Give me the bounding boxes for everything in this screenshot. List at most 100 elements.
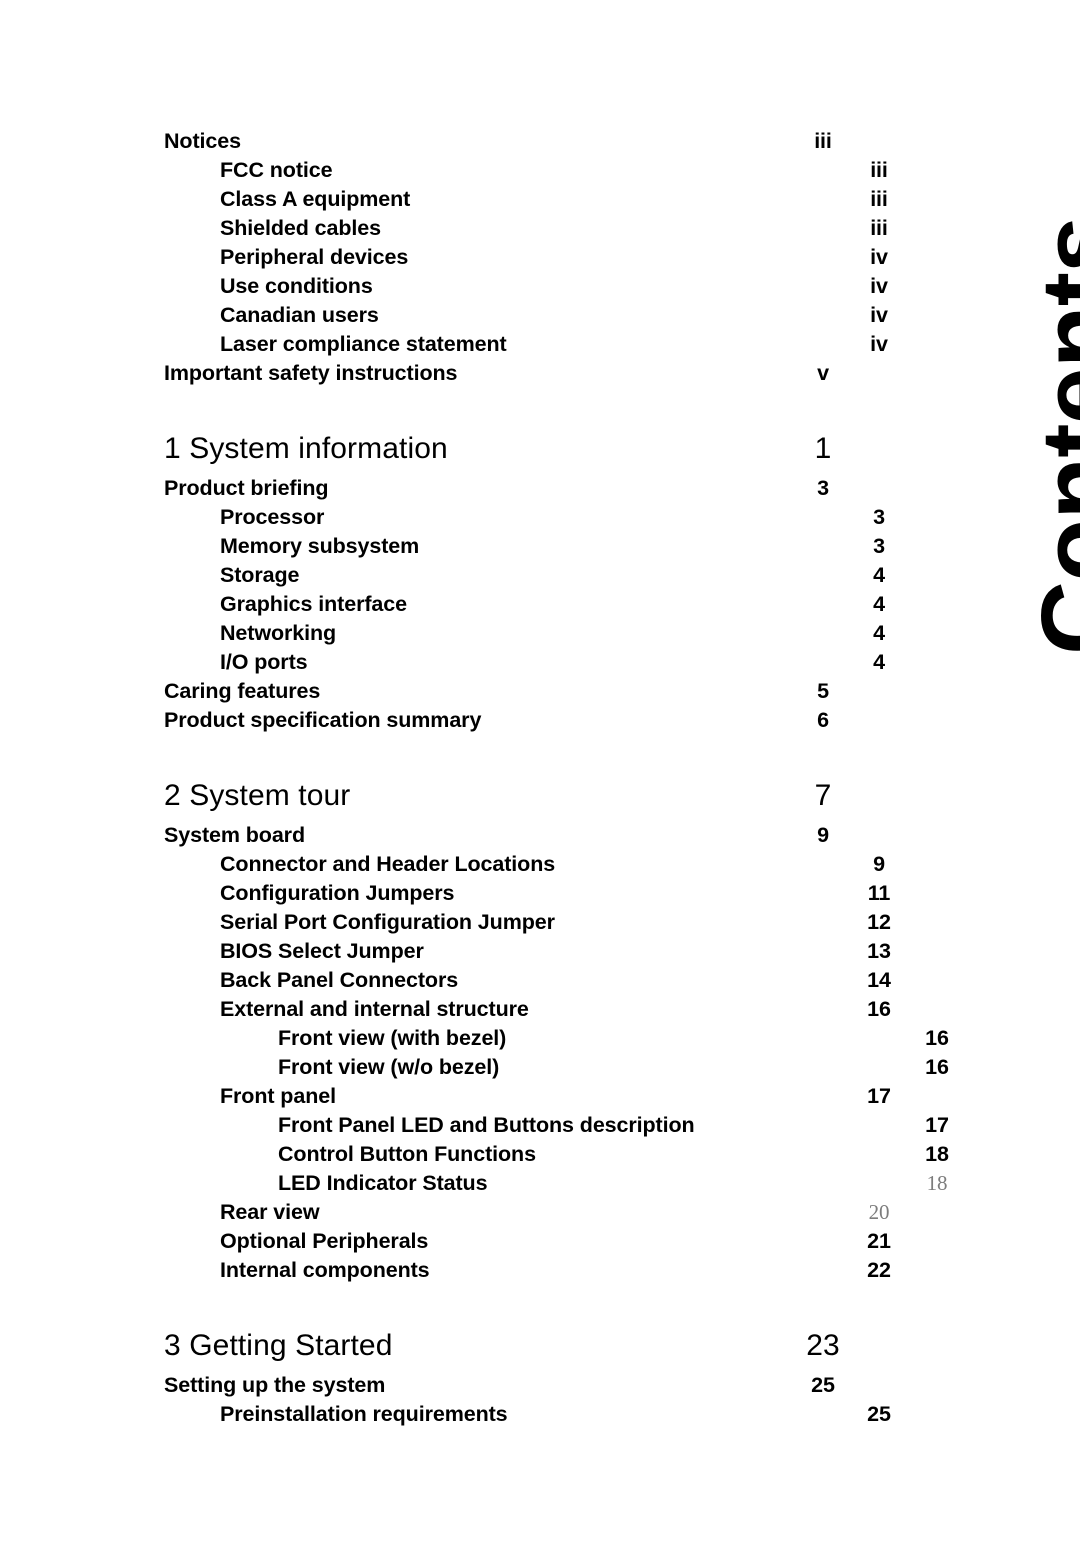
toc-page-number: iv xyxy=(870,245,888,269)
toc-entry-label: Product briefing xyxy=(164,476,329,500)
toc-entry-label: Serial Port Configuration Jumper xyxy=(220,910,555,934)
toc-page-number: iii xyxy=(814,129,832,153)
toc-entry-row[interactable]: Connector and Header Locations 9 xyxy=(164,852,910,881)
toc-entry-label: Graphics interface xyxy=(220,592,407,616)
toc-page-number: 25 xyxy=(867,1402,891,1426)
toc-page-number: iii xyxy=(870,216,888,240)
toc-entry-label: Front view (w/o bezel) xyxy=(278,1055,500,1079)
toc-entry-row[interactable]: Front view (with bezel) 16 xyxy=(164,1026,968,1055)
toc-entry-row[interactable]: Canadian users iv xyxy=(164,303,910,332)
toc-entry-row[interactable]: Front panel 17 xyxy=(164,1084,910,1113)
toc-page-number: 17 xyxy=(867,1084,891,1108)
toc-page-number: 16 xyxy=(925,1055,949,1079)
toc-entry-row[interactable]: FCC notice iii xyxy=(164,158,910,187)
toc-entry-row[interactable]: Graphics interface 4 xyxy=(164,592,910,621)
toc-entry-label: Front panel xyxy=(220,1084,336,1108)
toc-page-number: 3 xyxy=(817,476,829,500)
toc-page-number: v xyxy=(817,361,829,385)
toc-entry-row[interactable]: Class A equipment iii xyxy=(164,187,910,216)
toc-page-number: 25 xyxy=(811,1373,835,1397)
toc-entry-row[interactable]: Back Panel Connectors 14 xyxy=(164,968,910,997)
toc-entry-label: Memory subsystem xyxy=(220,534,420,558)
toc-entry-label: Storage xyxy=(220,563,300,587)
toc-entry-label: Important safety instructions xyxy=(164,361,458,385)
toc-entry-row[interactable]: LED Indicator Status 18 xyxy=(164,1171,968,1200)
toc-page-number: 1 xyxy=(814,432,832,465)
toc-page-number: 4 xyxy=(873,563,885,587)
toc-entry-label: Use conditions xyxy=(220,274,373,298)
toc-page-number: 21 xyxy=(867,1229,891,1253)
page-side-title: Contents xyxy=(1019,216,1080,655)
toc-entry-label: Networking xyxy=(220,621,337,645)
toc-entry-label: FCC notice xyxy=(220,158,333,182)
toc-entry-row[interactable]: Notices iii xyxy=(164,129,854,158)
toc-entry-label: Front Panel LED and Buttons description xyxy=(278,1113,695,1137)
toc-chapter-label: 2 System tour xyxy=(164,779,351,812)
toc-page-number: iv xyxy=(870,332,888,356)
toc-chapter-row[interactable]: 1 System information 1 xyxy=(164,432,854,476)
toc-page-number: 4 xyxy=(873,592,885,616)
toc-page-number: 9 xyxy=(817,823,829,847)
toc-entry-row[interactable]: Control Button Functions 18 xyxy=(164,1142,968,1171)
toc-entry-row[interactable]: Optional Peripherals 21 xyxy=(164,1229,910,1258)
toc-page-number: iv xyxy=(870,303,888,327)
toc-entry-label: System board xyxy=(164,823,305,847)
toc-entry-row[interactable]: Internal components 22 xyxy=(164,1258,910,1287)
toc-entry-row[interactable]: Processor 3 xyxy=(164,505,910,534)
toc-entry-row[interactable]: Important safety instructions v xyxy=(164,361,854,390)
toc-entry-row[interactable]: Serial Port Configuration Jumper 12 xyxy=(164,910,910,939)
toc-entry-row[interactable]: System board 9 xyxy=(164,823,854,852)
toc-entry-label: Notices xyxy=(164,129,241,153)
toc-entry-label: Internal components xyxy=(220,1258,430,1282)
toc-entry-row[interactable]: Storage 4 xyxy=(164,563,910,592)
toc-entry-row[interactable]: Networking 4 xyxy=(164,621,910,650)
toc-page-number: 18 xyxy=(926,1171,948,1195)
toc-entry-row[interactable]: Preinstallation requirements 25 xyxy=(164,1402,910,1431)
toc-entry-row[interactable]: External and internal structure 16 xyxy=(164,997,910,1026)
toc-page-number: 16 xyxy=(925,1026,949,1050)
toc-entry-label: Setting up the system xyxy=(164,1373,386,1397)
toc-entry-label: Canadian users xyxy=(220,303,379,327)
toc-entry-label: Processor xyxy=(220,505,325,529)
toc-entry-label: Configuration Jumpers xyxy=(220,881,455,905)
toc-entry-row[interactable]: BIOS Select Jumper 13 xyxy=(164,939,910,968)
toc-page-number: 12 xyxy=(867,910,891,934)
toc-page-number: 14 xyxy=(867,968,891,992)
toc-entry-label: Peripheral devices xyxy=(220,245,409,269)
toc-page-number: 17 xyxy=(925,1113,949,1137)
toc-chapter-row[interactable]: 2 System tour 7 xyxy=(164,779,854,823)
toc-page-number: 20 xyxy=(868,1200,890,1224)
toc-page-number: 22 xyxy=(867,1258,891,1282)
toc-entry-label: External and internal structure xyxy=(220,997,529,1021)
toc-entry-label: Laser compliance statement xyxy=(220,332,507,356)
toc-entry-label: Preinstallation requirements xyxy=(220,1402,508,1426)
toc-chapter-row[interactable]: 3 Getting Started 23 xyxy=(164,1329,854,1373)
toc-page-number: 9 xyxy=(873,852,885,876)
toc-entry-row[interactable]: Front Panel LED and Buttons description 1… xyxy=(164,1113,968,1142)
toc-entry-row[interactable]: Peripheral devices iv xyxy=(164,245,910,274)
toc-entry-row[interactable]: Laser compliance statement iv xyxy=(164,332,910,361)
toc-page-number: iii xyxy=(870,187,888,211)
toc-entry-label: I/O ports xyxy=(220,650,308,674)
toc-entry-label: Optional Peripherals xyxy=(220,1229,429,1253)
toc-entry-row[interactable]: Product briefing 3 xyxy=(164,476,854,505)
toc-entry-row[interactable]: Front view (w/o bezel) 16 xyxy=(164,1055,968,1084)
toc-page-number: 4 xyxy=(873,621,885,645)
toc-entry-row[interactable]: Configuration Jumpers 11 xyxy=(164,881,910,910)
toc-entry-label: BIOS Select Jumper xyxy=(220,939,424,963)
toc-entry-row[interactable]: Memory subsystem 3 xyxy=(164,534,910,563)
toc-entry-row[interactable]: Setting up the system 25 xyxy=(164,1373,854,1402)
toc-entry-row[interactable]: Caring features 5 xyxy=(164,679,854,708)
toc-page-number: 5 xyxy=(817,679,829,703)
toc-entry-row[interactable]: Product specification summary 6 xyxy=(164,708,854,737)
toc-entry-label: Back Panel Connectors xyxy=(220,968,459,992)
toc-chapter-label: 1 System information xyxy=(164,432,448,465)
toc-entry-label: Caring features xyxy=(164,679,321,703)
toc-page-number: 23 xyxy=(806,1329,840,1362)
toc-chapter-label: 3 Getting Started xyxy=(164,1329,393,1362)
toc-entry-label: Shielded cables xyxy=(220,216,382,240)
toc-entry-row[interactable]: Rear view 20 xyxy=(164,1200,910,1229)
toc-entry-row[interactable]: Shielded cables iii xyxy=(164,216,910,245)
toc-entry-row[interactable]: Use conditions iv xyxy=(164,274,910,303)
toc-entry-row[interactable]: I/O ports 4 xyxy=(164,650,910,679)
